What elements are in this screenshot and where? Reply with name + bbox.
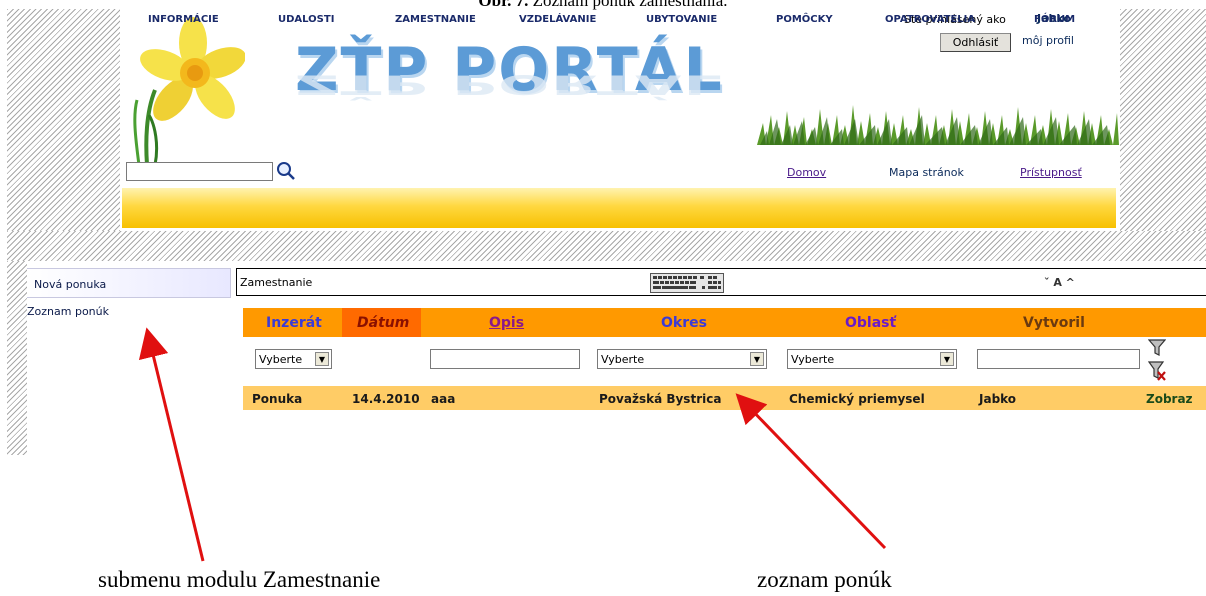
sidebar-item-nova-ponuka[interactable]: Nová ponuka <box>27 268 231 298</box>
filter-inzerat-select[interactable]: Vyberte ▼ <box>255 349 332 369</box>
chevron-down-icon: ▼ <box>940 352 954 366</box>
virtual-keyboard-icon[interactable] <box>650 273 724 293</box>
filter-icon[interactable] <box>1148 339 1166 357</box>
figure-caption-text: Zoznam ponúk zamestnania. <box>528 0 728 10</box>
filter-oblast-select[interactable]: Vyberte ▼ <box>787 349 957 369</box>
annotation-submenu-label: submenu modulu Zamestnanie <box>98 567 381 592</box>
annotation-list-label: zoznam ponúk <box>757 567 892 592</box>
nav-item-opatrovatelia[interactable]: OPATROVATELIA <box>885 14 975 25</box>
filter-oblast-value: Vyberte <box>791 353 835 366</box>
hatch-band <box>7 231 1206 261</box>
grass-image <box>757 105 1119 145</box>
daffodil-image <box>133 17 245 165</box>
arrow-to-submenu <box>138 327 205 562</box>
column-header-datum[interactable]: Dátum <box>357 315 409 331</box>
arrow-to-offer-list <box>735 393 887 550</box>
profile-link[interactable]: môj profil <box>1022 34 1074 47</box>
column-header-inzerat[interactable]: Inzerát <box>266 315 322 331</box>
column-header-oblast[interactable]: Oblasť <box>845 315 896 331</box>
nav-item-vzdelavanie[interactable]: VZDELÁVANIE <box>519 14 596 25</box>
font-size-controls[interactable]: ˇ A ^ <box>1044 276 1075 289</box>
nav-item-udalosti[interactable]: UDALOSTI <box>278 14 334 25</box>
filter-okres-value: Vyberte <box>601 353 645 366</box>
sitemap-link[interactable]: Mapa stránok <box>889 166 964 179</box>
nav-item-ubytovanie[interactable]: UBYTOVANIE <box>646 14 717 25</box>
chevron-down-icon: ▼ <box>750 352 764 366</box>
filter-vytvoril-input[interactable] <box>977 349 1140 369</box>
cell-vytvoril: Jabko <box>979 392 1017 406</box>
search-input[interactable] <box>126 162 273 181</box>
chevron-down-icon: ▼ <box>315 352 329 366</box>
filter-okres-select[interactable]: Vyberte ▼ <box>597 349 767 369</box>
home-link[interactable]: Domov <box>787 166 826 179</box>
column-header-vytvoril[interactable]: Vytvoril <box>1023 315 1085 331</box>
sidebar-item-zoznam-ponuk[interactable]: Zoznam ponúk <box>27 305 109 318</box>
logout-button[interactable]: Odhlásiť <box>940 33 1011 52</box>
cell-inzerat: Ponuka <box>252 392 303 406</box>
hatch-left-panel <box>7 9 120 231</box>
figure-caption: Obr. 7. Zoznam ponúk zamestnania. <box>0 0 1206 11</box>
figure-caption-label: Obr. 7. <box>478 0 529 10</box>
nav-item-informacie[interactable]: INFORMÁCIE <box>148 14 219 25</box>
column-header-okres[interactable]: Okres <box>661 315 707 331</box>
hatch-side-panel <box>7 261 27 455</box>
nav-item-zamestnanie[interactable]: ZAMESTNANIE <box>395 14 476 25</box>
column-header-opis[interactable]: Opis <box>489 315 524 331</box>
clear-filter-icon[interactable] <box>1148 361 1166 381</box>
search-icon[interactable] <box>276 161 296 181</box>
main-nav-bar <box>122 188 1116 228</box>
cell-datum: 14.4.2010 <box>352 392 420 406</box>
accessibility-link[interactable]: Prístupnosť <box>1020 166 1082 179</box>
site-logo-reflection: ZŤP PORTÁL <box>295 68 724 101</box>
filter-inzerat-value: Vyberte <box>259 353 303 366</box>
nav-item-pomocky[interactable]: POMÔCKY <box>776 14 833 25</box>
nav-item-forum[interactable]: FÓRUM <box>1034 14 1075 25</box>
cell-oblast: Chemický priemysel <box>789 392 925 406</box>
hatch-right-panel <box>1120 9 1206 231</box>
content-title: Zamestnanie <box>240 276 313 289</box>
cell-opis: aaa <box>431 392 456 406</box>
view-offer-link[interactable]: Zobraz <box>1146 392 1193 406</box>
cell-okres: Považská Bystrica <box>599 392 722 406</box>
filter-opis-input[interactable] <box>430 349 580 369</box>
